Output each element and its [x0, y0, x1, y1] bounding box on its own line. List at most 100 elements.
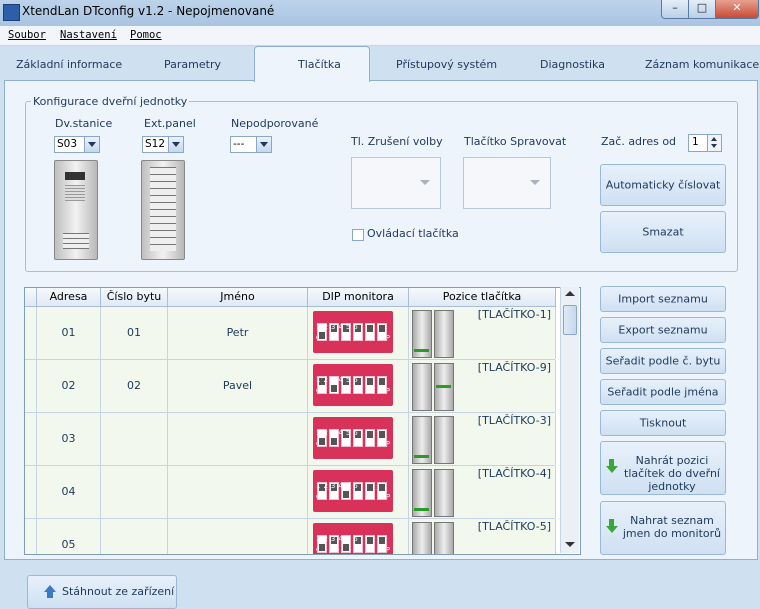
- scroll-thumb[interactable]: [563, 305, 577, 335]
- col-pozice-tlacitka[interactable]: Pozice tlačítka: [409, 288, 556, 307]
- cell-jmeno[interactable]: [168, 413, 308, 465]
- dip-switch: [377, 429, 387, 447]
- cell-jmeno[interactable]: Petr: [168, 307, 308, 359]
- import-button[interactable]: Import seznamu: [600, 286, 726, 312]
- table-scrollbar[interactable]: [560, 287, 579, 553]
- sort-byt-button[interactable]: Seřadit podle č. bytu: [600, 348, 726, 374]
- ext-panel-select[interactable]: S12: [142, 136, 184, 153]
- tab-parametry[interactable]: Parametry: [164, 58, 221, 71]
- cell-adresa: 03: [37, 413, 101, 465]
- cell-adresa: 01: [37, 307, 101, 359]
- menu-nastaveni[interactable]: Nastavení: [60, 29, 117, 41]
- tab-zaznam-komunikace[interactable]: Záznam komunikace: [645, 58, 759, 71]
- cell-adresa: 04: [37, 466, 101, 518]
- cell-pozice-tlacitka[interactable]: [TLAČÍTKO-4]: [409, 466, 556, 518]
- nepodporovane-select[interactable]: ---: [230, 136, 272, 153]
- button-position-icon: [412, 522, 454, 554]
- upload-names-button[interactable]: Nahrat seznam jmen do monitorů: [600, 501, 726, 555]
- cell-pozice-tlacitka[interactable]: [TLAČÍTKO-1]: [409, 307, 556, 359]
- dip-numbers: 123456: [316, 429, 361, 437]
- print-label: Tisknout: [639, 416, 687, 430]
- row-selector[interactable]: [25, 307, 37, 359]
- cell-jmeno[interactable]: [168, 466, 308, 518]
- auto-number-button[interactable]: Automaticky číslovat: [600, 164, 726, 206]
- dv-stanice-value: S03: [57, 138, 78, 150]
- spravovat-list[interactable]: [463, 157, 551, 209]
- arrow-down-icon: [606, 519, 618, 535]
- ovladaci-checkbox[interactable]: [352, 229, 364, 241]
- cell-adresa: 02: [37, 360, 101, 412]
- sort-jmeno-button[interactable]: Seřadit podle jména: [600, 379, 726, 405]
- cell-pozice-tlacitka[interactable]: [TLAČÍTKO-3]: [409, 413, 556, 465]
- position-label: [TLAČÍTKO-5]: [477, 520, 551, 533]
- table-row[interactable]: 05 ONDP123456 [TLAČÍTKO-5]: [25, 519, 556, 554]
- export-label: Export seznamu: [618, 323, 708, 337]
- col-jmeno[interactable]: Jméno: [168, 288, 308, 307]
- window-title: XtendLan DTconfig v1.2 - Nepojmenované: [22, 4, 275, 18]
- print-button[interactable]: Tisknout: [600, 410, 726, 436]
- dip-switch: [377, 323, 387, 341]
- row-selector[interactable]: [25, 466, 37, 518]
- position-label: [TLAČÍTKO-9]: [477, 361, 551, 374]
- sort-jmeno-label: Seřadit podle jména: [607, 385, 719, 399]
- export-button[interactable]: Export seznamu: [600, 317, 726, 343]
- config-group-title: Konfigurace dveřní jednotky: [31, 95, 190, 108]
- chevron-down-icon: [168, 137, 183, 152]
- ovladaci-label: Ovládací tlačítka: [367, 227, 459, 240]
- zac-adres-label: Zač. adres od: [601, 135, 677, 148]
- dip-switch: [377, 376, 387, 394]
- nepodporovane-label: Nepodporované: [231, 117, 319, 130]
- col-cislo-bytu[interactable]: Číslo bytu: [101, 288, 168, 307]
- cell-cislo-bytu[interactable]: 01: [101, 307, 168, 359]
- position-label: [TLAČÍTKO-1]: [477, 308, 551, 321]
- tab-pristupovy-system[interactable]: Přístupový systém: [396, 58, 497, 71]
- button-position-icon: [412, 469, 454, 517]
- cell-adresa: 05: [37, 519, 101, 554]
- cell-cislo-bytu[interactable]: [101, 466, 168, 518]
- table-row[interactable]: 0101PetrONDP123456[TLAČÍTKO-1]: [25, 307, 556, 360]
- zac-adres-spinner[interactable]: 1: [688, 134, 722, 152]
- col-adresa[interactable]: Adresa: [37, 288, 101, 307]
- minimize-icon: –: [672, 1, 678, 14]
- maximize-button[interactable]: □: [688, 0, 716, 19]
- dip-switch: [365, 323, 375, 341]
- ext-panel-value: S12: [145, 138, 166, 150]
- dip-numbers: 123456: [316, 482, 361, 490]
- cell-pozice-tlacitka[interactable]: [TLAČÍTKO-9]: [409, 360, 556, 412]
- zruseni-list[interactable]: [351, 157, 441, 209]
- dip-switch: [365, 482, 375, 500]
- minimize-button[interactable]: –: [661, 0, 689, 19]
- upload-positions-button[interactable]: Nahrát pozici tlačítek do dveřní jednotk…: [600, 441, 726, 495]
- row-selector[interactable]: [25, 519, 37, 554]
- close-button[interactable]: ✕: [715, 0, 759, 19]
- scroll-up-icon[interactable]: [565, 291, 575, 296]
- cell-cislo-bytu[interactable]: [101, 519, 168, 554]
- row-selector[interactable]: [25, 413, 37, 465]
- tab-diagnostika[interactable]: Diagnostika: [540, 58, 605, 71]
- dv-stanice-select[interactable]: S03: [54, 136, 100, 153]
- smazat-button[interactable]: Smazat: [600, 211, 726, 253]
- zac-adres-value: 1: [692, 136, 699, 148]
- cell-pozice-tlacitka[interactable]: [TLAČÍTKO-5]: [409, 519, 556, 554]
- cell-jmeno[interactable]: Pavel: [168, 360, 308, 412]
- maximize-icon: □: [696, 1, 708, 14]
- table-row[interactable]: 03 ONDP123456 [TLAČÍTKO-3]: [25, 413, 556, 466]
- dip-switch-icon: ONDP123456: [313, 523, 393, 554]
- cell-cislo-bytu[interactable]: [101, 413, 168, 465]
- table-row[interactable]: 0202PavelONDP123456[TLAČÍTKO-9]: [25, 360, 556, 413]
- menu-soubor[interactable]: Soubor: [8, 29, 46, 41]
- cell-cislo-bytu[interactable]: 02: [101, 360, 168, 412]
- menu-pomoc[interactable]: Pomoc: [130, 29, 162, 41]
- row-selector[interactable]: [25, 360, 37, 412]
- table-row[interactable]: 04 ONDP123456 [TLAČÍTKO-4]: [25, 466, 556, 519]
- download-label: Stáhnout ze zařízení: [62, 585, 175, 598]
- scroll-down-icon[interactable]: [565, 542, 575, 547]
- import-label: Import seznamu: [618, 292, 708, 306]
- download-button[interactable]: Stáhnout ze zařízení: [27, 575, 177, 609]
- tab-zakladni-informace[interactable]: Základní informace: [16, 58, 122, 71]
- dip-switch: [365, 376, 375, 394]
- cell-jmeno[interactable]: [168, 519, 308, 554]
- button-position-icon: [412, 363, 454, 411]
- tab-tlacitka[interactable]: Tlačítka: [298, 58, 341, 71]
- button-position-icon: [412, 310, 454, 358]
